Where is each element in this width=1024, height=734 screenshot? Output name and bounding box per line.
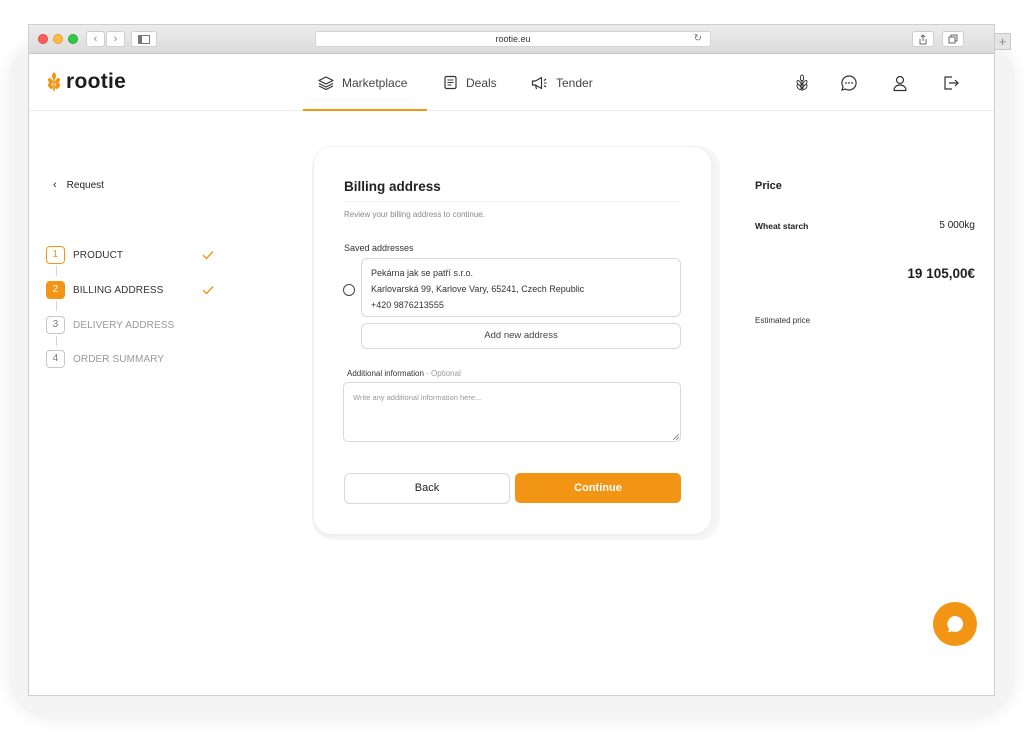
address-bar[interactable]: rootie.eu ↻ <box>315 31 711 47</box>
browser-window: ‹ › rootie.eu ↻ + rootie Marketplace Dea… <box>28 24 1011 696</box>
share-icon[interactable] <box>912 31 934 47</box>
url-text: rootie.eu <box>495 34 531 44</box>
address-company: Pekárna jak se patří s.r.o. <box>371 268 474 278</box>
continue-button[interactable]: Continue <box>515 473 681 503</box>
step-number: 3 <box>46 316 65 334</box>
maximize-window-button[interactable] <box>68 34 78 44</box>
saved-address-option[interactable]: Pekárna jak se patří s.r.o. Karlovarská … <box>361 258 681 317</box>
nav-deals-label: Deals <box>466 75 497 90</box>
megaphone-icon <box>531 76 547 89</box>
close-window-button[interactable] <box>38 34 48 44</box>
reload-icon[interactable]: ↻ <box>694 32 702 46</box>
product-name: Wheat starch <box>755 221 809 231</box>
back-link-label: Request <box>66 179 104 191</box>
step-label: BILLING ADDRESS <box>73 284 164 296</box>
add-new-address-button[interactable]: Add new address <box>361 323 681 349</box>
saved-addresses-label: Saved addresses <box>344 243 414 253</box>
tabs-overview-icon[interactable] <box>942 31 964 47</box>
nav-active-indicator <box>303 109 427 111</box>
step-number: 2 <box>46 281 65 299</box>
chat-bubble-icon <box>947 615 964 633</box>
back-button[interactable]: Back <box>344 473 510 504</box>
sidebar-toggle-icon[interactable] <box>131 31 157 47</box>
minimize-window-button[interactable] <box>53 34 63 44</box>
step-number: 4 <box>46 350 65 368</box>
user-icon[interactable] <box>891 74 909 92</box>
layers-icon <box>318 75 334 90</box>
step-label: ORDER SUMMARY <box>73 353 165 365</box>
nav-marketplace-label: Marketplace <box>342 75 408 90</box>
step-product[interactable]: 1 PRODUCT <box>46 246 123 264</box>
wheat-logo-icon <box>47 72 61 91</box>
product-quantity: 5 000kg <box>939 220 975 231</box>
additional-info-label: Additional information - Optional <box>347 369 461 378</box>
card-title: Billing address <box>344 179 441 194</box>
step-connector <box>56 336 57 346</box>
logo-text: rootie <box>66 70 127 93</box>
document-icon <box>444 75 457 90</box>
address-street: Karlovarská 99, Karlove Vary, 65241, Cze… <box>371 284 585 294</box>
step-connector <box>56 266 57 276</box>
nav-tender[interactable]: Tender <box>531 54 593 111</box>
new-tab-button[interactable]: + <box>994 33 1011 50</box>
step-label: PRODUCT <box>73 249 124 261</box>
step-number: 1 <box>46 246 65 264</box>
browser-toolbar: ‹ › rootie.eu ↻ + <box>29 25 1011 54</box>
textarea-placeholder: Write any additional information here... <box>353 393 482 402</box>
estimated-price-label: Estimated price <box>755 316 811 325</box>
step-billing-address[interactable]: 2 BILLING ADDRESS <box>46 281 163 299</box>
optional-tag: - Optional <box>423 369 461 378</box>
divider <box>344 201 681 202</box>
nav-tender-label: Tender <box>556 75 593 90</box>
step-order-summary[interactable]: 4 ORDER SUMMARY <box>46 350 164 368</box>
chevron-left-icon: ‹ <box>53 179 57 191</box>
resize-handle-icon[interactable] <box>673 434 679 440</box>
browser-forward-button[interactable]: › <box>106 31 125 47</box>
browser-back-button[interactable]: ‹ <box>86 31 105 47</box>
live-chat-button[interactable] <box>933 602 977 646</box>
chat-icon[interactable] <box>840 74 858 92</box>
address-phone: +420 9876213555 <box>371 300 444 310</box>
logo[interactable]: rootie <box>46 70 126 94</box>
back-to-request-link[interactable]: ‹ Request <box>53 179 104 191</box>
billing-address-card: Billing address Review your billing addr… <box>314 147 711 534</box>
address-radio[interactable] <box>343 284 355 296</box>
check-icon <box>202 286 214 295</box>
price-total: 19 105,00€ <box>907 266 975 281</box>
step-connector <box>56 301 57 311</box>
step-label: DELIVERY ADDRESS <box>73 319 175 331</box>
additional-info-title: Additional information <box>347 369 424 378</box>
card-subtitle: Review your billing address to continue. <box>344 210 485 219</box>
wheat-icon[interactable] <box>793 74 811 92</box>
nav-deals[interactable]: Deals <box>443 54 497 111</box>
step-delivery-address[interactable]: 3 DELIVERY ADDRESS <box>46 316 174 334</box>
logout-icon[interactable] <box>942 74 960 92</box>
price-title: Price <box>755 180 782 192</box>
nav-marketplace[interactable]: Marketplace <box>318 54 407 111</box>
additional-info-textarea[interactable]: Write any additional information here... <box>343 382 681 442</box>
check-icon <box>202 251 214 260</box>
app-header: rootie Marketplace Deals Tender <box>29 54 994 111</box>
